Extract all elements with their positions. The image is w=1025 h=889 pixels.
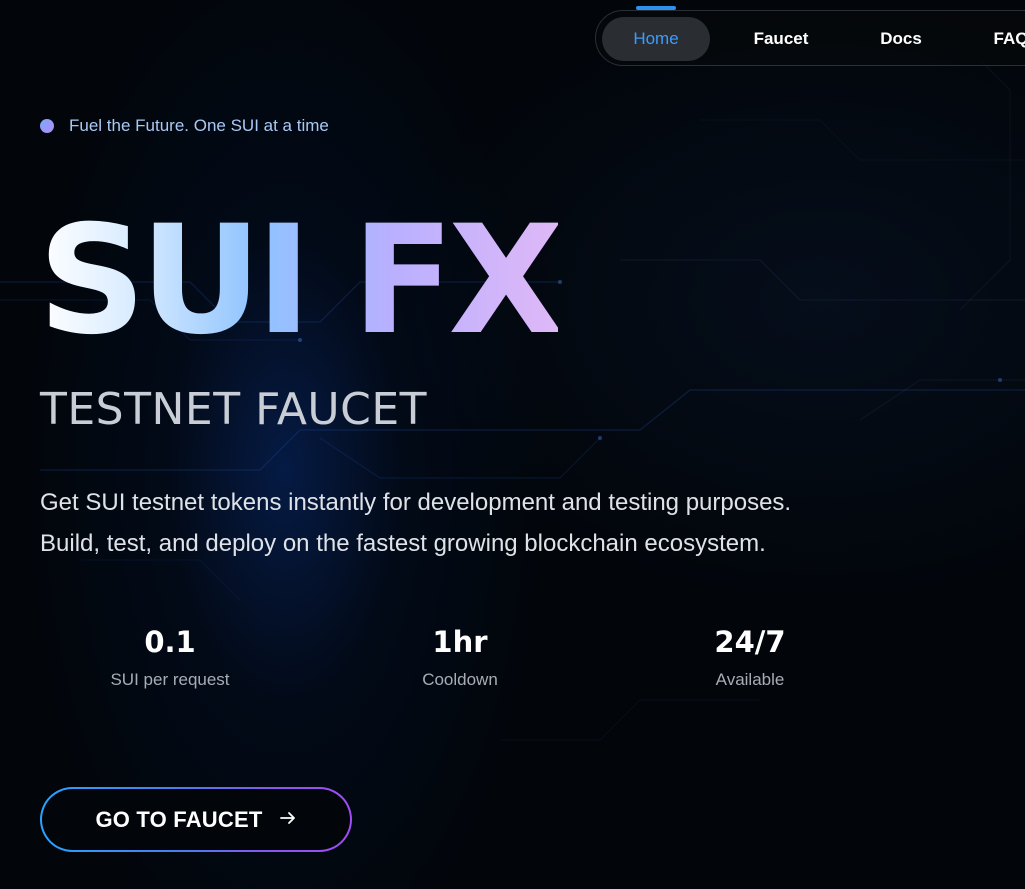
go-to-faucet-button[interactable]: GO TO FAUCET xyxy=(40,787,352,852)
active-nav-indicator xyxy=(636,6,676,10)
nav-item-home[interactable]: Home xyxy=(602,17,710,61)
stat-sui-per-request: 0.1 SUI per request xyxy=(70,622,270,690)
stat-label: SUI per request xyxy=(110,670,230,689)
nav-item-docs[interactable]: Docs xyxy=(851,17,951,61)
tagline-dot-icon xyxy=(40,119,54,133)
stat-cooldown: 1hr Cooldown xyxy=(360,622,560,690)
tagline-text: Fuel the Future. One SUI at a time xyxy=(69,116,329,135)
stat-label: Available xyxy=(715,670,785,689)
stat-value: 0.1 xyxy=(144,625,196,659)
nav-item-faq[interactable]: FAQ xyxy=(971,17,1025,61)
stat-value: 24/7 xyxy=(714,625,786,659)
go-to-faucet-label: GO TO FAUCET xyxy=(95,806,263,832)
nav-item-faucet[interactable]: Faucet xyxy=(731,17,831,61)
stat-label: Cooldown xyxy=(422,670,498,689)
description-line-2: Build, test, and deploy on the fastest g… xyxy=(40,530,766,557)
go-to-faucet-button-inner[interactable]: GO TO FAUCET xyxy=(42,789,350,850)
hero-subtitle: TESTNET FAUCET xyxy=(40,384,428,435)
top-navigation: Home Faucet Docs FAQ xyxy=(595,6,1025,66)
hero-title: SUI FX xyxy=(38,194,564,368)
stat-value: 1hr xyxy=(432,625,488,659)
stat-availability: 24/7 Available xyxy=(650,622,850,690)
arrow-right-icon xyxy=(279,810,297,830)
tagline: Fuel the Future. One SUI at a time xyxy=(40,116,329,136)
description-line-1: Get SUI testnet tokens instantly for dev… xyxy=(40,489,792,516)
faucet-landing-page: Home Faucet Docs FAQ Fuel the Future. On… xyxy=(0,0,1025,889)
hero-description: Get SUI testnet tokens instantly for dev… xyxy=(40,482,900,564)
